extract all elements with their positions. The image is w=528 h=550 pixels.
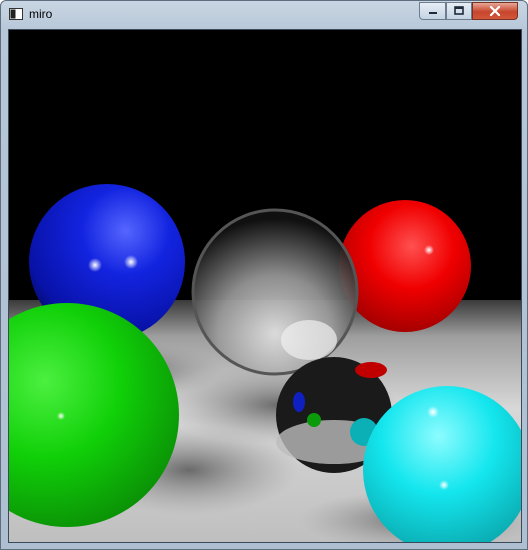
small-glass-blue-reflection: [293, 392, 305, 412]
red-sphere: [339, 200, 471, 332]
blue-sphere-highlight: [88, 258, 102, 272]
close-button[interactable]: [472, 2, 518, 20]
app-window-icon: [9, 8, 23, 20]
cyan-sphere-highlight-2: [439, 480, 449, 490]
title-bar[interactable]: miro: [1, 1, 527, 27]
app-window: miro: [0, 0, 528, 550]
maximize-icon: [454, 6, 464, 15]
raytraced-scene: [9, 30, 521, 542]
blue-sphere-highlight-2: [124, 255, 138, 269]
small-glass-red-reflection: [355, 362, 387, 378]
minimize-button[interactable]: [419, 2, 446, 20]
close-icon: [489, 6, 501, 16]
cyan-sphere-highlight: [427, 406, 439, 418]
minimize-icon: [428, 12, 437, 14]
red-sphere-highlight: [424, 245, 434, 255]
glass-sphere-inner-reflection: [281, 320, 337, 360]
green-sphere-highlight: [57, 412, 65, 420]
small-glass-green-reflection: [307, 413, 321, 427]
maximize-button[interactable]: [446, 2, 472, 20]
render-viewport[interactable]: [8, 29, 522, 543]
window-title: miro: [29, 7, 53, 21]
